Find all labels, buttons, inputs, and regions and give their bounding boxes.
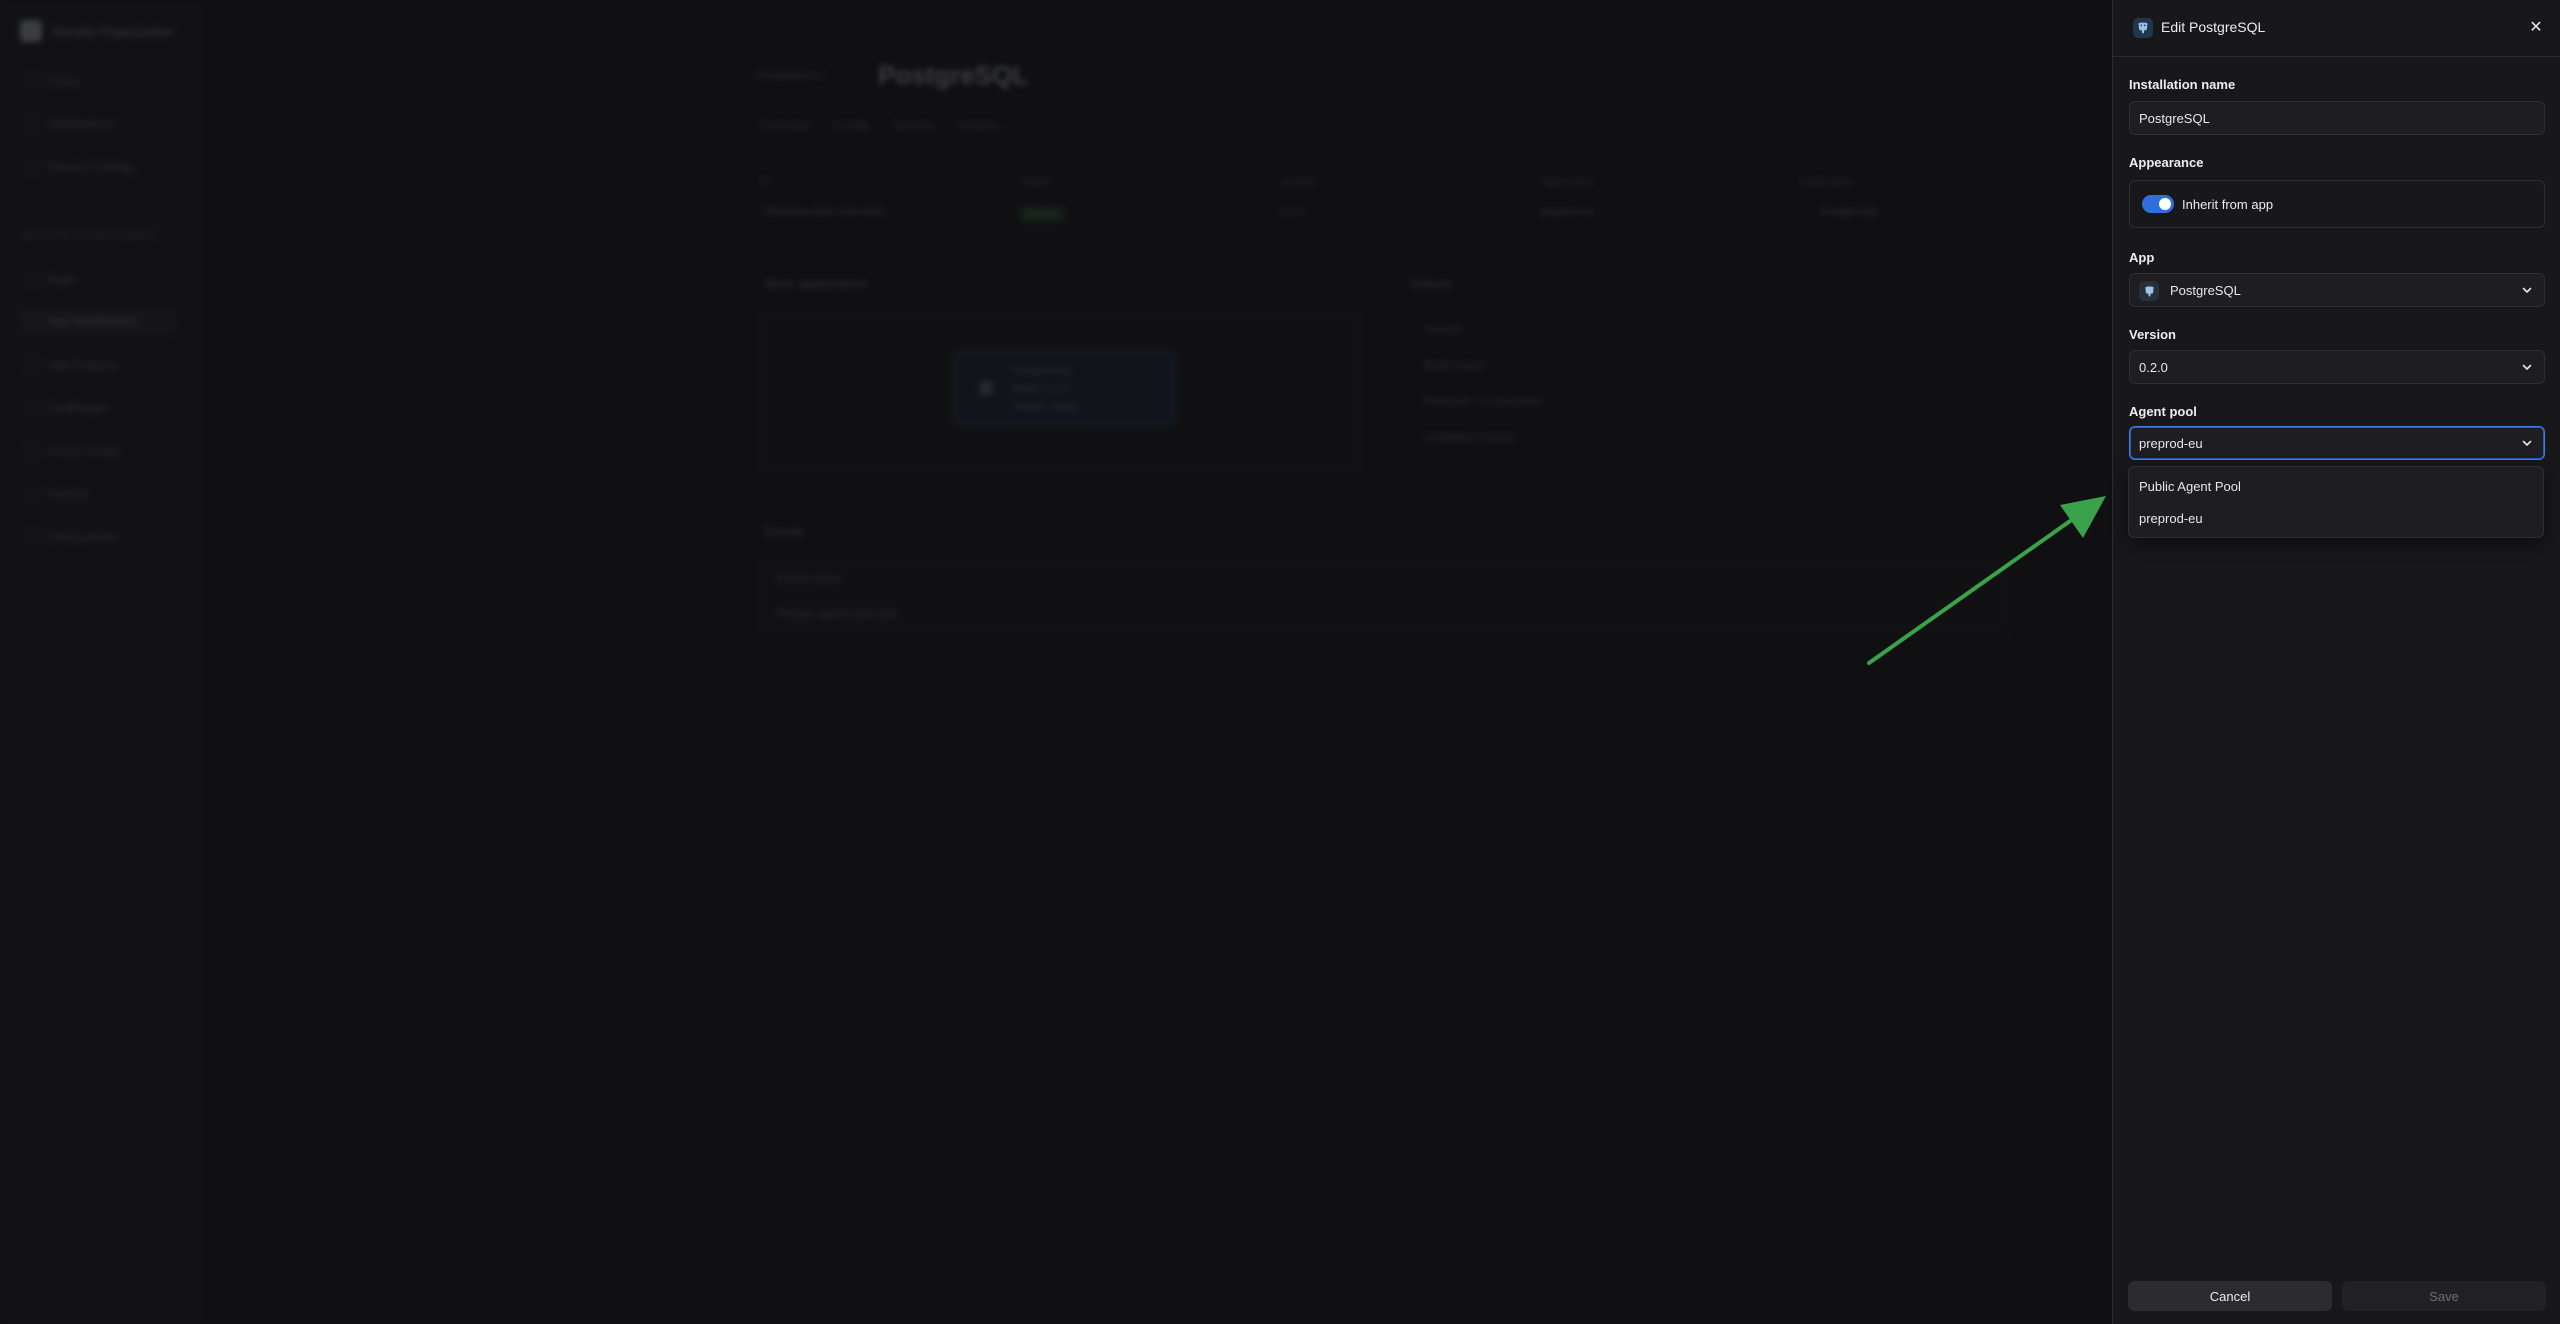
modal-backdrop[interactable] [0, 0, 2112, 1324]
agent-pool-select[interactable]: preprod-eu [2129, 426, 2545, 460]
chevron-down-icon [2522, 364, 2532, 370]
option-public-agent-pool[interactable]: Public Agent Pool [2139, 479, 2241, 494]
chevron-down-icon [2522, 287, 2532, 293]
appearance-section: Inherit from app [2129, 180, 2545, 228]
version-select[interactable]: 0.2.0 [2129, 350, 2545, 384]
drawer-header: Edit PostgreSQL ✕ [2113, 0, 2560, 57]
postgresql-icon [2139, 281, 2159, 301]
version-select-value: 0.2.0 [2139, 359, 2168, 375]
inherit-label: Inherit from app [2182, 197, 2274, 212]
close-button[interactable]: ✕ [2525, 16, 2547, 38]
appearance-label: Appearance [2129, 155, 2204, 170]
page: Sample Organization Home Notifications S… [0, 0, 2560, 1324]
agent-pool-select-value: preprod-eu [2139, 435, 2203, 451]
cancel-button[interactable]: Cancel [2128, 1281, 2332, 1311]
installation-name-label: Installation name [2129, 77, 2236, 92]
save-button[interactable]: Save [2342, 1281, 2546, 1311]
version-label: Version [2129, 327, 2176, 342]
chevron-down-icon [2522, 440, 2532, 446]
option-preprod-eu[interactable]: preprod-eu [2139, 511, 2203, 526]
agent-pool-label: Agent pool [2129, 404, 2197, 419]
app-select[interactable]: PostgreSQL [2129, 273, 2545, 307]
app-label: App [2129, 250, 2155, 265]
installation-name-field[interactable] [2129, 101, 2545, 135]
app-select-value: PostgreSQL [2170, 282, 2241, 298]
edit-drawer: Edit PostgreSQL ✕ Installation name Appe… [2112, 0, 2560, 1324]
close-icon: ✕ [2529, 19, 2543, 36]
drawer-title: Edit PostgreSQL [2161, 19, 2266, 35]
agent-pool-dropdown: Public Agent Pool preprod-eu [2128, 466, 2544, 538]
toggle-knob [2159, 198, 2171, 210]
installation-name-input[interactable] [2139, 110, 2544, 126]
inherit-toggle[interactable] [2142, 195, 2174, 213]
postgresql-icon [2133, 18, 2153, 38]
